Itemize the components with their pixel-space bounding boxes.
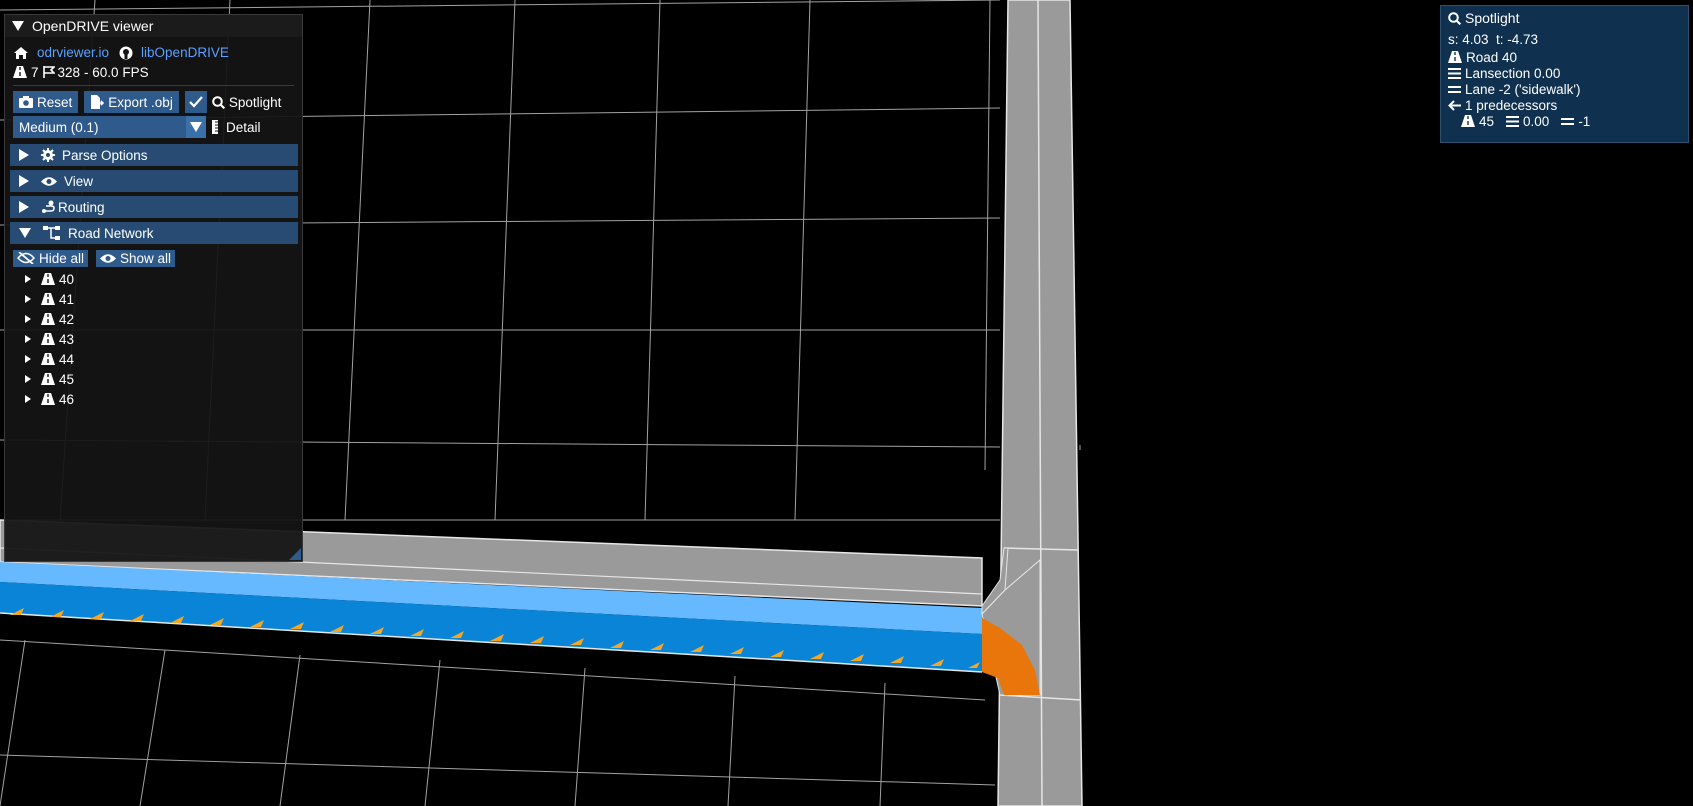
expand-icon — [19, 201, 29, 213]
detail-value: Medium (0.1) — [19, 119, 99, 135]
spotlight-road: Road 40 — [1466, 49, 1518, 65]
pred-lanesection: 0.00 — [1523, 113, 1550, 129]
reset-button[interactable]: Reset — [13, 91, 79, 113]
detail-label: Detail — [226, 119, 261, 135]
road-icon — [41, 393, 55, 405]
road-icon — [1448, 51, 1462, 63]
bars-icon — [1448, 67, 1461, 79]
flag-icon — [42, 66, 55, 78]
road-icon — [41, 293, 55, 305]
road-icon — [41, 313, 55, 325]
eye-icon — [41, 176, 57, 186]
equals-icon — [1561, 117, 1575, 125]
hide-all-button[interactable]: Hide all — [13, 249, 89, 267]
road-icon — [13, 66, 27, 78]
checkmark-icon — [189, 96, 203, 108]
odrviewer-link[interactable]: odrviewer.io — [37, 45, 109, 60]
home-icon — [14, 46, 28, 59]
spotlight-predecessors: 1 predecessors — [1465, 97, 1558, 113]
section-routing[interactable]: Routing — [10, 196, 298, 218]
search-icon — [1448, 11, 1461, 25]
section-road-network[interactable]: Road Network — [10, 222, 298, 244]
arrow-left-icon — [1448, 99, 1461, 111]
road-icon — [1461, 115, 1475, 127]
spotlight-label: Spotlight — [228, 94, 282, 110]
road-count: 7 — [31, 64, 39, 80]
panel-title: OpenDRIVE viewer — [32, 18, 154, 34]
tree-item-road-45[interactable]: 45 — [5, 369, 302, 389]
file-export-icon — [91, 95, 105, 109]
camera-icon — [19, 96, 33, 108]
tree-item-road-40[interactable]: 40 — [5, 269, 302, 289]
gear-icon — [41, 148, 55, 162]
section-view[interactable]: View — [10, 170, 298, 192]
libopendrive-link[interactable]: libOpenDRIVE — [141, 45, 229, 60]
eye-slash-icon — [17, 252, 35, 264]
spotlight-title-row: Spotlight — [1441, 6, 1688, 30]
tree-item-road-46[interactable]: 46 — [5, 389, 302, 409]
route-icon — [42, 200, 55, 213]
pred-road: 45 — [1479, 113, 1495, 129]
ruler-icon — [212, 120, 218, 134]
spotlight-coords: s: 4.03 t: -4.73 — [1448, 32, 1539, 47]
show-all-button[interactable]: Show all — [96, 249, 176, 267]
search-icon — [212, 95, 225, 109]
bars-icon — [1506, 115, 1520, 127]
junction-count: 328 — [57, 64, 81, 80]
eye-icon — [100, 253, 117, 263]
road-icon — [41, 273, 55, 285]
section-parse-options[interactable]: Parse Options — [10, 144, 298, 166]
spotlight-overlay: Spotlight s: 4.03 t: -4.73 Road 40 Lanse… — [1440, 5, 1689, 143]
equals-icon — [1448, 85, 1461, 93]
expand-icon — [19, 175, 29, 187]
resize-grip-icon[interactable] — [289, 548, 301, 560]
expand-icon — [19, 149, 29, 161]
spotlight-checkbox[interactable] — [184, 91, 207, 113]
spotlight-lane: Lane -2 ('sidewalk') — [1465, 81, 1581, 97]
tree-item-road-42[interactable]: 42 — [5, 309, 302, 329]
spotlight-lanesection: Lansection 0.00 — [1465, 65, 1561, 81]
network-icon — [43, 226, 60, 240]
collapse-icon[interactable] — [12, 21, 24, 31]
road-icon — [41, 333, 55, 345]
tree-item-road-43[interactable]: 43 — [5, 329, 302, 349]
tree-item-road-41[interactable]: 41 — [5, 289, 302, 309]
panel-titlebar[interactable]: OpenDRIVE viewer — [5, 15, 302, 37]
fps-readout: - 60.0 FPS — [84, 64, 149, 80]
road-icon — [41, 353, 55, 365]
pred-lane: -1 — [1578, 113, 1591, 129]
spotlight-title: Spotlight — [1465, 10, 1520, 26]
export-obj-button[interactable]: Export .obj — [84, 91, 179, 113]
github-icon — [119, 46, 133, 59]
viewer-panel: OpenDRIVE viewer odrviewer.io libOpenDRI… — [4, 14, 303, 562]
tree-item-road-44[interactable]: 44 — [5, 349, 302, 369]
detail-select[interactable]: Medium (0.1) — [13, 116, 206, 138]
collapse-icon — [19, 228, 31, 238]
chevron-down-icon[interactable] — [186, 116, 206, 138]
road-tree: 40 41 42 43 44 45 46 — [5, 269, 302, 409]
road-icon — [41, 373, 55, 385]
